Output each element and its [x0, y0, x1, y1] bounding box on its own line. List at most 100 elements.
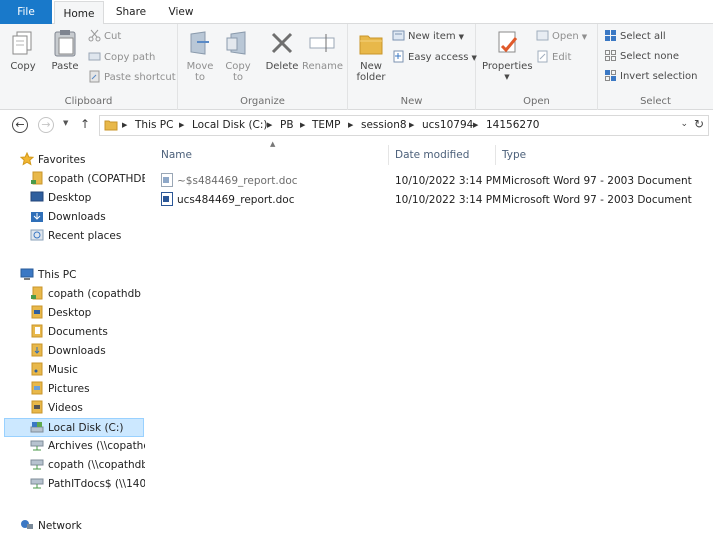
downloads-icon	[30, 209, 44, 223]
breadcrumb-separator-icon[interactable]: ▶	[473, 116, 478, 135]
rename-icon	[307, 28, 337, 58]
drive-icon	[30, 420, 44, 434]
breadcrumb-separator-icon[interactable]: ▶	[267, 116, 272, 135]
nav-pc-archives-label: Archives (\\copathd	[48, 440, 145, 452]
properties-label: Properties	[482, 61, 533, 72]
column-divider[interactable]	[495, 145, 496, 165]
new-item-button[interactable]: New item ▼	[392, 28, 464, 46]
star-icon	[19, 151, 35, 166]
easy-access-button[interactable]: Easy access ▼	[392, 49, 477, 67]
breadcrumb-separator-icon[interactable]: ▶	[409, 116, 414, 135]
move-to-label-2: to	[194, 72, 206, 83]
breadcrumb-separator-icon[interactable]: ▶	[179, 116, 184, 135]
select-none-label: Select none	[620, 51, 679, 62]
up-arrow-icon[interactable]: ↑	[80, 117, 90, 131]
tab-view[interactable]: View	[160, 0, 202, 24]
file-name-cell[interactable]: ucs484469_report.doc	[161, 191, 295, 210]
nav-network[interactable]: Network	[20, 517, 82, 536]
nav-pc-archives[interactable]: Archives (\\copathd	[30, 437, 145, 456]
nav-fav-downloads-label: Downloads	[48, 211, 106, 223]
nav-fav-desktop[interactable]: Desktop	[30, 189, 91, 208]
file-type-cell: Microsoft Word 97 - 2003 Document	[502, 194, 692, 206]
invert-selection-label: Invert selection	[620, 71, 698, 82]
column-header-name[interactable]: Name	[161, 145, 192, 165]
select-all-icon	[604, 29, 617, 42]
edit-label: Edit	[552, 52, 572, 63]
breadcrumb-ucs10794[interactable]: ucs10794	[422, 116, 473, 135]
nav-pc-pictures[interactable]: Pictures	[30, 380, 90, 399]
copy-path-button[interactable]: Copy path	[88, 49, 155, 67]
nav-fav-copath[interactable]: copath (COPATHDB	[30, 170, 145, 189]
breadcrumb-separator-icon[interactable]: ▶	[122, 116, 127, 135]
new-folder-icon	[356, 28, 386, 58]
breadcrumb-this-pc[interactable]: This PC	[135, 116, 173, 135]
paste-shortcut-icon	[88, 70, 101, 83]
nav-pc-local-disk[interactable]: Local Disk (C:)	[4, 418, 144, 437]
tab-share[interactable]: Share	[108, 0, 154, 24]
ribbon: Copy Paste Cut Copy path Paste shortcut …	[0, 24, 713, 110]
nav-pc-desktop-label: Desktop	[48, 307, 92, 319]
nav-pc-desktop[interactable]: Desktop	[30, 304, 91, 323]
documents-folder-icon	[30, 324, 44, 338]
breadcrumb-14156270[interactable]: 14156270	[486, 116, 539, 135]
forward-button[interactable]: →	[38, 117, 54, 133]
move-to-button[interactable]: Move to	[184, 28, 216, 83]
table-row[interactable]: ~$s484469_report.doc 10/10/2022 3:14 PM …	[146, 172, 713, 191]
nav-this-pc[interactable]: This PC	[20, 266, 76, 285]
nav-pc-videos[interactable]: Videos	[30, 399, 83, 418]
edit-button[interactable]: Edit	[536, 49, 571, 67]
file-name: ucs484469_report.doc	[177, 194, 295, 206]
paste-button[interactable]: Paste	[48, 28, 82, 72]
open-group: Properties ▼ Open ▼ Edit Open	[476, 24, 598, 110]
column-header-type[interactable]: Type	[502, 145, 526, 165]
file-name-cell[interactable]: ~$s484469_report.doc	[161, 172, 298, 191]
nav-pc-music[interactable]: Music	[30, 361, 78, 380]
delete-label: Delete	[265, 61, 299, 72]
paste-shortcut-button[interactable]: Paste shortcut	[88, 69, 176, 87]
nav-pc-copath[interactable]: copath (copathdb (C	[30, 285, 145, 304]
copy-path-icon	[88, 50, 101, 63]
nav-fav-recent-places-label: Recent places	[48, 230, 122, 242]
breadcrumb-separator-icon[interactable]: ▶	[348, 116, 353, 135]
easy-access-icon	[392, 50, 405, 63]
nav-pc-copath-network[interactable]: copath (\\copathdb)	[30, 456, 145, 475]
column-divider[interactable]	[388, 145, 389, 165]
ribbon-tabs: File Home Share View	[0, 0, 713, 25]
recent-locations-dropdown-icon[interactable]: ▼	[63, 119, 68, 127]
new-folder-button[interactable]: New folder	[354, 28, 388, 83]
delete-button[interactable]: Delete	[264, 28, 300, 72]
properties-button[interactable]: Properties ▼	[482, 28, 533, 83]
select-all-button[interactable]: Select all	[604, 28, 666, 46]
copy-button[interactable]: Copy	[8, 28, 38, 72]
desktop-folder-icon	[30, 305, 44, 319]
invert-selection-button[interactable]: Invert selection	[604, 68, 698, 86]
nav-fav-downloads[interactable]: Downloads	[30, 208, 106, 227]
network-drive-icon	[30, 457, 44, 471]
breadcrumb-separator-icon[interactable]: ▶	[300, 116, 305, 135]
address-box[interactable]: ▶ This PC ▶ Local Disk (C:) ▶ PB ▶ TEMP …	[99, 115, 709, 136]
cut-button[interactable]: Cut	[88, 28, 121, 46]
nav-pc-documents[interactable]: Documents	[30, 323, 108, 342]
column-header-date-modified[interactable]: Date modified	[395, 145, 469, 165]
back-button[interactable]: ←	[12, 117, 28, 133]
select-all-label: Select all	[620, 31, 666, 42]
open-button[interactable]: Open ▼	[536, 28, 587, 46]
address-history-dropdown-icon[interactable]: ⌄	[680, 119, 688, 129]
breadcrumb-local-disk[interactable]: Local Disk (C:)	[192, 116, 268, 135]
nav-favorites[interactable]: Favorites	[19, 151, 85, 170]
tab-file[interactable]: File	[0, 0, 52, 24]
copy-to-button[interactable]: Copy to	[222, 28, 254, 83]
rename-button[interactable]: Rename	[302, 28, 343, 72]
address-bar-row: ← → ▼ ↑ ▶ This PC ▶ Local Disk (C:) ▶ PB…	[0, 110, 713, 140]
nav-pc-pathitdocs[interactable]: PathITdocs$ (\\140.2	[30, 475, 145, 494]
breadcrumb-session8[interactable]: session8	[361, 116, 407, 135]
breadcrumb-pb[interactable]: PB	[280, 116, 294, 135]
nav-network-label: Network	[38, 520, 82, 532]
nav-pc-downloads[interactable]: Downloads	[30, 342, 106, 361]
tab-home[interactable]: Home	[54, 1, 104, 25]
table-row[interactable]: ucs484469_report.doc 10/10/2022 3:14 PM …	[146, 191, 713, 210]
nav-fav-recent-places[interactable]: Recent places	[30, 227, 121, 246]
select-none-button[interactable]: Select none	[604, 48, 679, 66]
refresh-icon[interactable]: ↻	[694, 117, 704, 131]
breadcrumb-temp[interactable]: TEMP	[312, 116, 340, 135]
